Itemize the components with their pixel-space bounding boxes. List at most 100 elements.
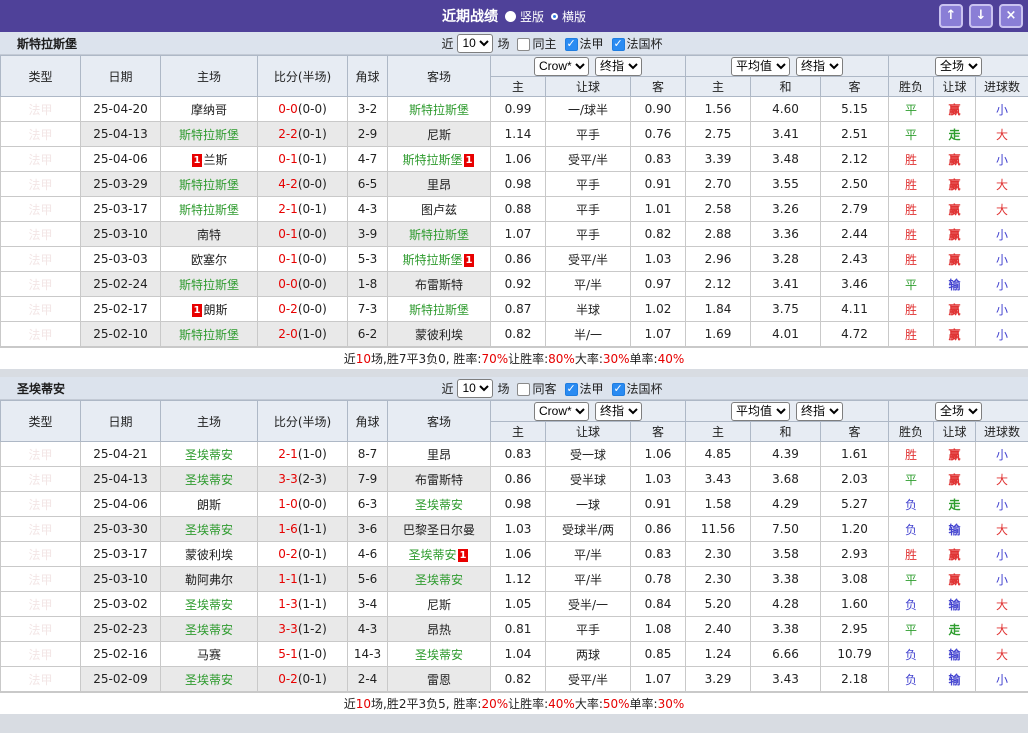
result-goals-cell: 小 — [975, 271, 1028, 297]
result-handicap-cell: 输 — [933, 641, 977, 667]
away-team-name: 尼斯 — [426, 127, 451, 142]
halftime-score: (1-0) — [297, 447, 327, 461]
avg-home-cell: 3.29 — [685, 666, 752, 692]
match-row: 法甲 25-04-06 1 兰斯 0-1(0-1) 4-7 斯特拉斯堡 1 1.06 受平/半 0.… — [0, 146, 1028, 172]
avg-home-cell: 1.84 — [685, 296, 752, 322]
cup-checkbox[interactable] — [611, 37, 625, 51]
final-odds-select[interactable]: 终指 — [796, 401, 844, 421]
odds-home-cell: 0.86 — [490, 246, 546, 272]
vertical-radio[interactable] — [504, 10, 516, 22]
fulltime-select[interactable]: 全场 — [935, 401, 983, 421]
score-cell: 0-1(0-1) — [257, 146, 348, 172]
odds-away-cell: 0.78 — [629, 566, 687, 592]
halftime-score: (0-0) — [297, 252, 327, 266]
avg-home-cell: 4.85 — [685, 441, 752, 467]
sub-column-header: 客 — [629, 421, 687, 442]
date-cell: 25-02-23 — [80, 616, 161, 642]
match-row: 法甲 25-03-29 斯特拉斯堡 4-2(0-0) 6-5 里昂 0.98 平手 0.91 2.… — [0, 171, 1028, 197]
horizontal-radio[interactable] — [551, 12, 558, 20]
match-count-select[interactable]: 10 — [457, 33, 494, 53]
score-cell: 2-2(0-1) — [257, 121, 348, 147]
average-select[interactable]: 平均值 — [731, 401, 791, 421]
match-row: 法甲 25-02-16 马赛 5-1(1-0) 14-3 圣埃蒂安 1.04 两球 0.85 1.… — [0, 641, 1028, 667]
home-team-name: 摩纳哥 — [190, 102, 227, 117]
league-checkbox[interactable] — [564, 37, 578, 51]
date-cell: 25-04-06 — [80, 491, 161, 517]
league-cell: 法甲 — [0, 221, 81, 247]
league-checkbox[interactable] — [564, 382, 578, 396]
match-count-select[interactable]: 10 — [457, 378, 494, 398]
sub-column-header: 让球 — [545, 76, 631, 97]
match-row: 法甲 25-04-13 斯特拉斯堡 2-2(0-1) 2-9 尼斯 1.14 平手 0.76 2.… — [0, 121, 1028, 147]
away-team-name: 斯特拉斯堡 — [402, 252, 463, 267]
sub-column-header: 主 — [490, 421, 546, 442]
cup-checkbox[interactable] — [611, 382, 625, 396]
result-handicap-cell: 走 — [933, 616, 977, 642]
final-odds-select[interactable]: 终指 — [595, 56, 642, 76]
result-outcome-cell: 平 — [888, 616, 935, 642]
odds-away-cell: 0.82 — [629, 221, 687, 247]
corners-cell: 2-4 — [347, 666, 388, 692]
summary-segment: 10 — [355, 351, 372, 366]
result-goals-cell: 大 — [975, 466, 1028, 492]
sub-column-header: 客 — [629, 76, 687, 97]
section-divider — [0, 369, 1028, 377]
match-row: 法甲 25-03-10 勒阿弗尔 1-1(1-1) 5-6 圣埃蒂安 1.12 平/半 0.78… — [0, 566, 1028, 592]
sub-column-header: 和 — [750, 76, 822, 97]
sub-column-header: 主 — [490, 76, 546, 97]
halftime-score: (0-1) — [297, 547, 327, 561]
odds-away-cell: 0.91 — [629, 491, 687, 517]
score-cell: 0-1(0-0) — [257, 221, 348, 247]
fulltime-score: 0-1 — [278, 252, 298, 266]
scroll-up-button[interactable]: ↑ — [939, 4, 963, 28]
sub-column-header: 和 — [750, 421, 822, 442]
away-team-cell: 斯特拉斯堡 1 — [387, 246, 491, 272]
date-cell: 25-03-10 — [80, 566, 161, 592]
close-button[interactable]: × — [999, 4, 1023, 28]
avg-draw-cell: 3.58 — [750, 541, 822, 567]
team-name: 圣埃蒂安 — [17, 381, 66, 396]
close-icon: × — [1005, 8, 1017, 23]
column-header: 主场 — [160, 55, 258, 97]
corners-cell: 2-9 — [347, 121, 388, 147]
result-outcome-cell: 胜 — [888, 196, 935, 222]
result-outcome-cell: 胜 — [888, 541, 935, 567]
bookmaker-select[interactable]: Crow* — [534, 401, 589, 421]
match-row: 法甲 25-03-17 斯特拉斯堡 2-1(0-1) 4-3 图卢兹 0.88 平手 1.01 2… — [0, 196, 1028, 222]
odds-group-header: 全场 — [888, 55, 1028, 77]
bookmaker-select[interactable]: Crow* — [534, 56, 589, 76]
team-section: 圣埃蒂安 近 10 场 同客法甲法国杯 类型日期主场比分(半场)角球客场Crow… — [0, 377, 1028, 714]
summary-segment: 80% — [548, 351, 575, 366]
avg-away-cell: 2.79 — [820, 196, 890, 222]
odds-home-cell: 1.06 — [490, 146, 546, 172]
same-venue-checkbox[interactable] — [517, 37, 531, 51]
odds-home-cell: 1.07 — [490, 221, 546, 247]
fulltime-score: 0-2 — [278, 547, 298, 561]
summary-segment: 大率: — [574, 352, 603, 366]
final-odds-select[interactable]: 终指 — [796, 56, 844, 76]
avg-away-cell: 2.12 — [820, 146, 890, 172]
date-cell: 25-03-10 — [80, 221, 161, 247]
league-cell: 法甲 — [0, 466, 81, 492]
score-cell: 0-1(0-0) — [257, 246, 348, 272]
avg-away-cell: 10.79 — [820, 641, 890, 667]
average-select[interactable]: 平均值 — [731, 56, 791, 76]
handicap-cell: 受平/半 — [545, 666, 631, 692]
league-cell: 法甲 — [0, 171, 81, 197]
sub-column-header: 客 — [820, 76, 890, 97]
league-checkbox-label: 法甲 — [579, 36, 604, 51]
same-venue-checkbox[interactable] — [517, 382, 531, 396]
final-odds-select[interactable]: 终指 — [595, 401, 642, 421]
avg-away-cell: 2.95 — [820, 616, 890, 642]
fulltime-select[interactable]: 全场 — [935, 56, 983, 76]
result-outcome-cell: 平 — [888, 466, 935, 492]
home-team-cell: 斯特拉斯堡 — [160, 271, 258, 297]
handicap-cell: 两球 — [545, 641, 631, 667]
scroll-down-button[interactable]: ↓ — [969, 4, 993, 28]
window-buttons: ↑ ↓ × — [933, 4, 1023, 28]
handicap-cell: 一球 — [545, 491, 631, 517]
result-goals-cell: 大 — [975, 121, 1028, 147]
away-team-cell: 里昂 — [387, 171, 491, 197]
corners-cell: 4-3 — [347, 616, 388, 642]
result-goals-cell: 小 — [975, 296, 1028, 322]
